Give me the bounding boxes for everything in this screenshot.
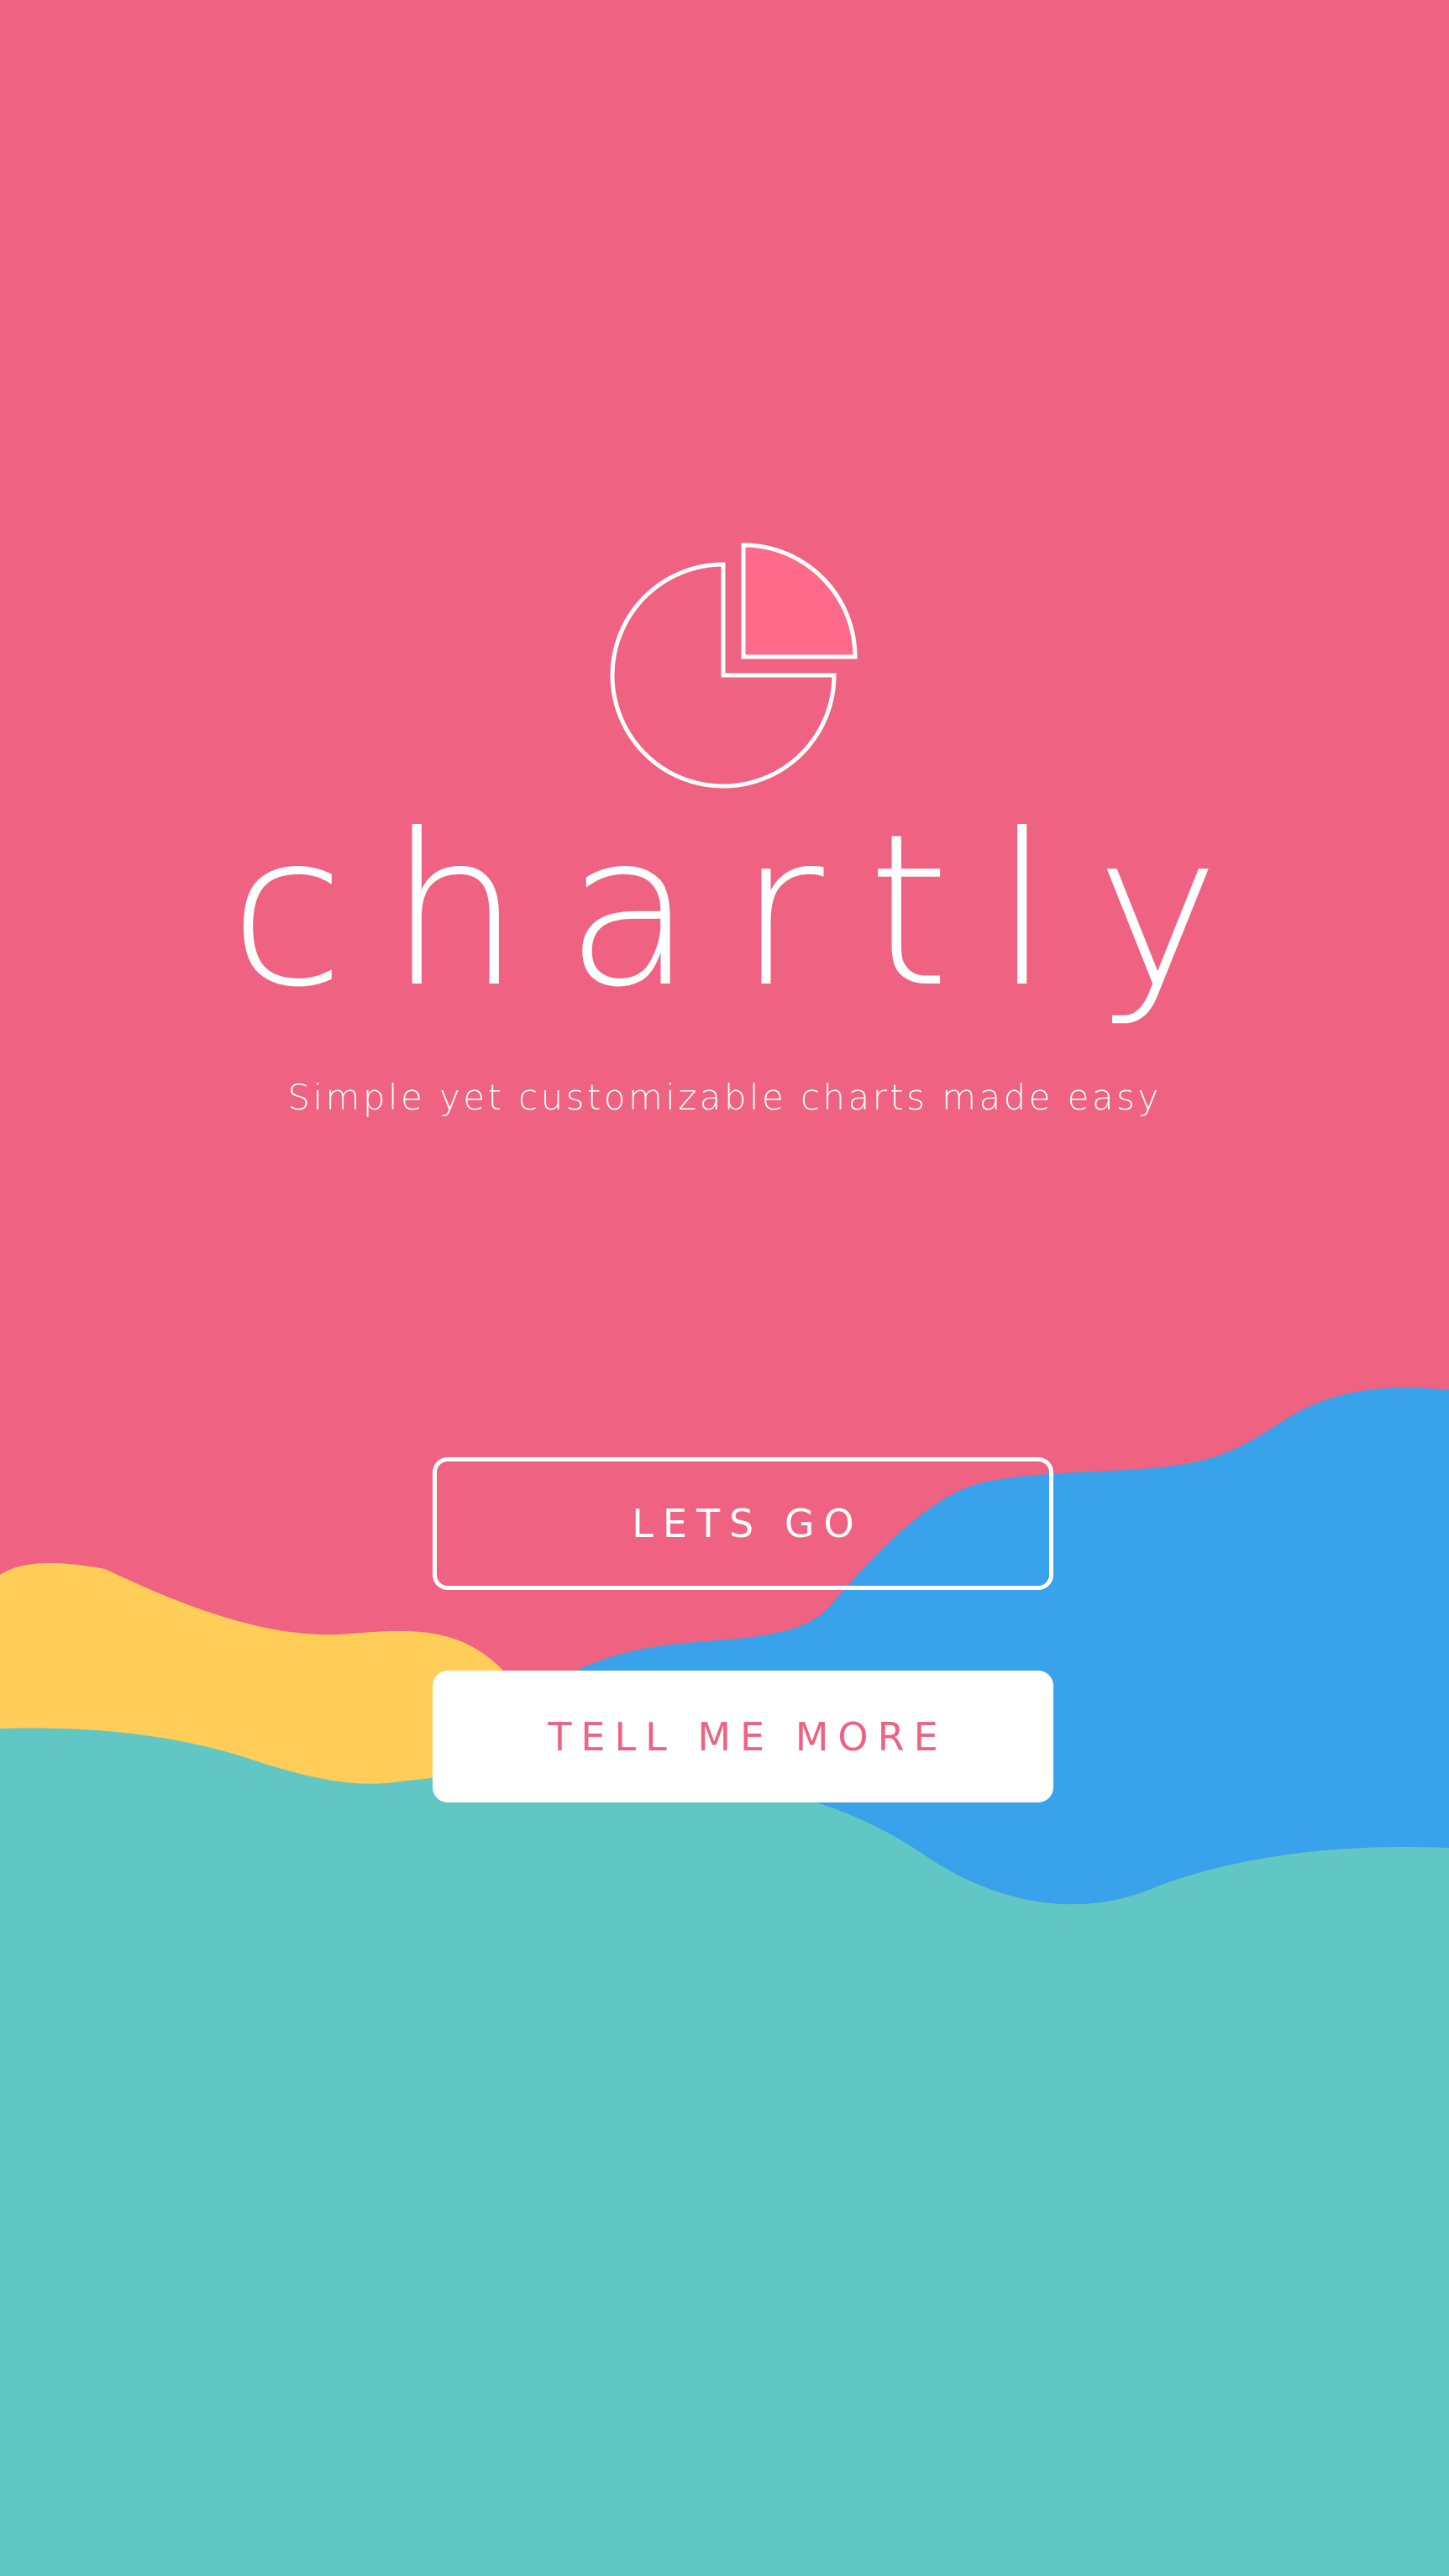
app-name: chartly [228, 789, 1264, 1033]
pie-chart-slice [741, 543, 858, 659]
lets-go-button[interactable]: LETS GO [433, 1457, 1053, 1590]
wave-background [0, 1388, 1449, 2576]
app-tagline: Simple yet customizable charts made easy [287, 1077, 1162, 1118]
tell-me-more-button[interactable]: TELL ME MORE [433, 1671, 1053, 1802]
pie-chart-icon [609, 542, 861, 794]
